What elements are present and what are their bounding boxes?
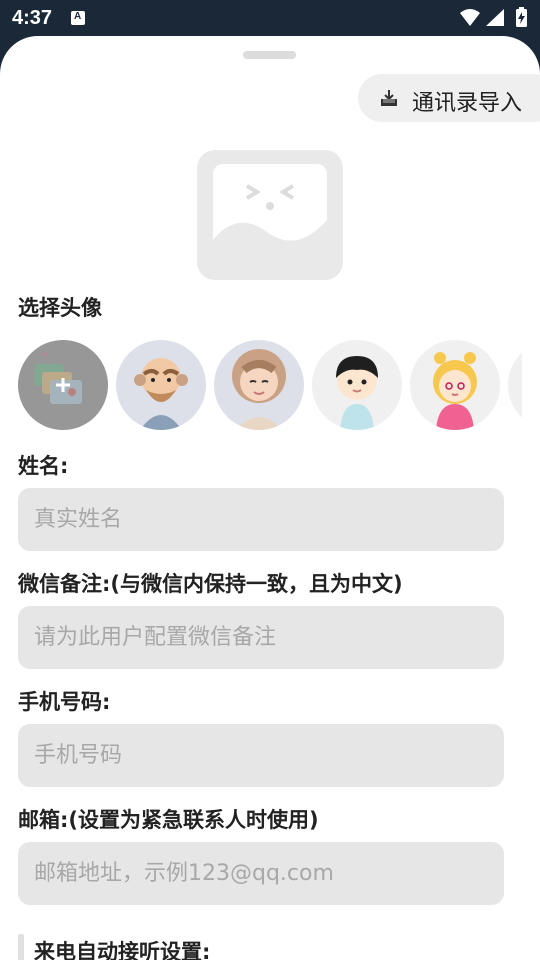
name-label: 姓名: [18, 454, 69, 478]
name-field-container [18, 488, 504, 551]
email-input[interactable] [18, 842, 504, 905]
contacts-import-button[interactable]: 通讯录导入 [358, 74, 540, 122]
status-bar: 4:37 A [0, 0, 540, 36]
wechat-note-label: 微信备注:(与微信内保持一致，且为中文) [18, 572, 403, 596]
download-icon [380, 89, 398, 111]
wechat-note-input[interactable] [18, 606, 504, 669]
status-time: 4:37 [12, 7, 53, 29]
drag-handle[interactable] [243, 51, 296, 59]
avatar-girl[interactable] [410, 340, 500, 430]
avatar-boy[interactable] [312, 340, 402, 430]
wifi-icon [460, 9, 480, 26]
image-placeholder-icon[interactable] [197, 150, 343, 280]
phone-label: 手机号码: [18, 690, 111, 714]
battery-icon [516, 7, 527, 27]
wechat-field-container [18, 606, 504, 669]
phone-input[interactable] [18, 724, 504, 787]
signal-icon [486, 9, 504, 26]
name-input[interactable] [18, 488, 504, 551]
avatar-old-woman[interactable] [214, 340, 304, 430]
notification-icon: A [71, 11, 85, 25]
phone-field-container [18, 724, 504, 787]
avatar-partial[interactable] [508, 340, 522, 430]
system-icons [458, 7, 530, 33]
avatar-section-label: 选择头像 [18, 296, 102, 320]
avatar-list [18, 340, 522, 432]
avatar-custom-photo[interactable] [18, 340, 108, 430]
auto-answer-label: 来电自动接听设置: [34, 940, 211, 960]
contacts-import-label: 通讯录导入 [412, 91, 523, 116]
section-marker [18, 934, 24, 960]
email-field-container [18, 842, 504, 905]
email-label: 邮箱:(设置为紧急联系人时使用) [18, 808, 319, 832]
contact-form-sheet: 通讯录导入 选择头像 姓名: 真实姓名 微信备注:(与微信内保持一致，且为中文)… [0, 36, 540, 960]
avatar-bald-old-man[interactable] [116, 340, 206, 430]
